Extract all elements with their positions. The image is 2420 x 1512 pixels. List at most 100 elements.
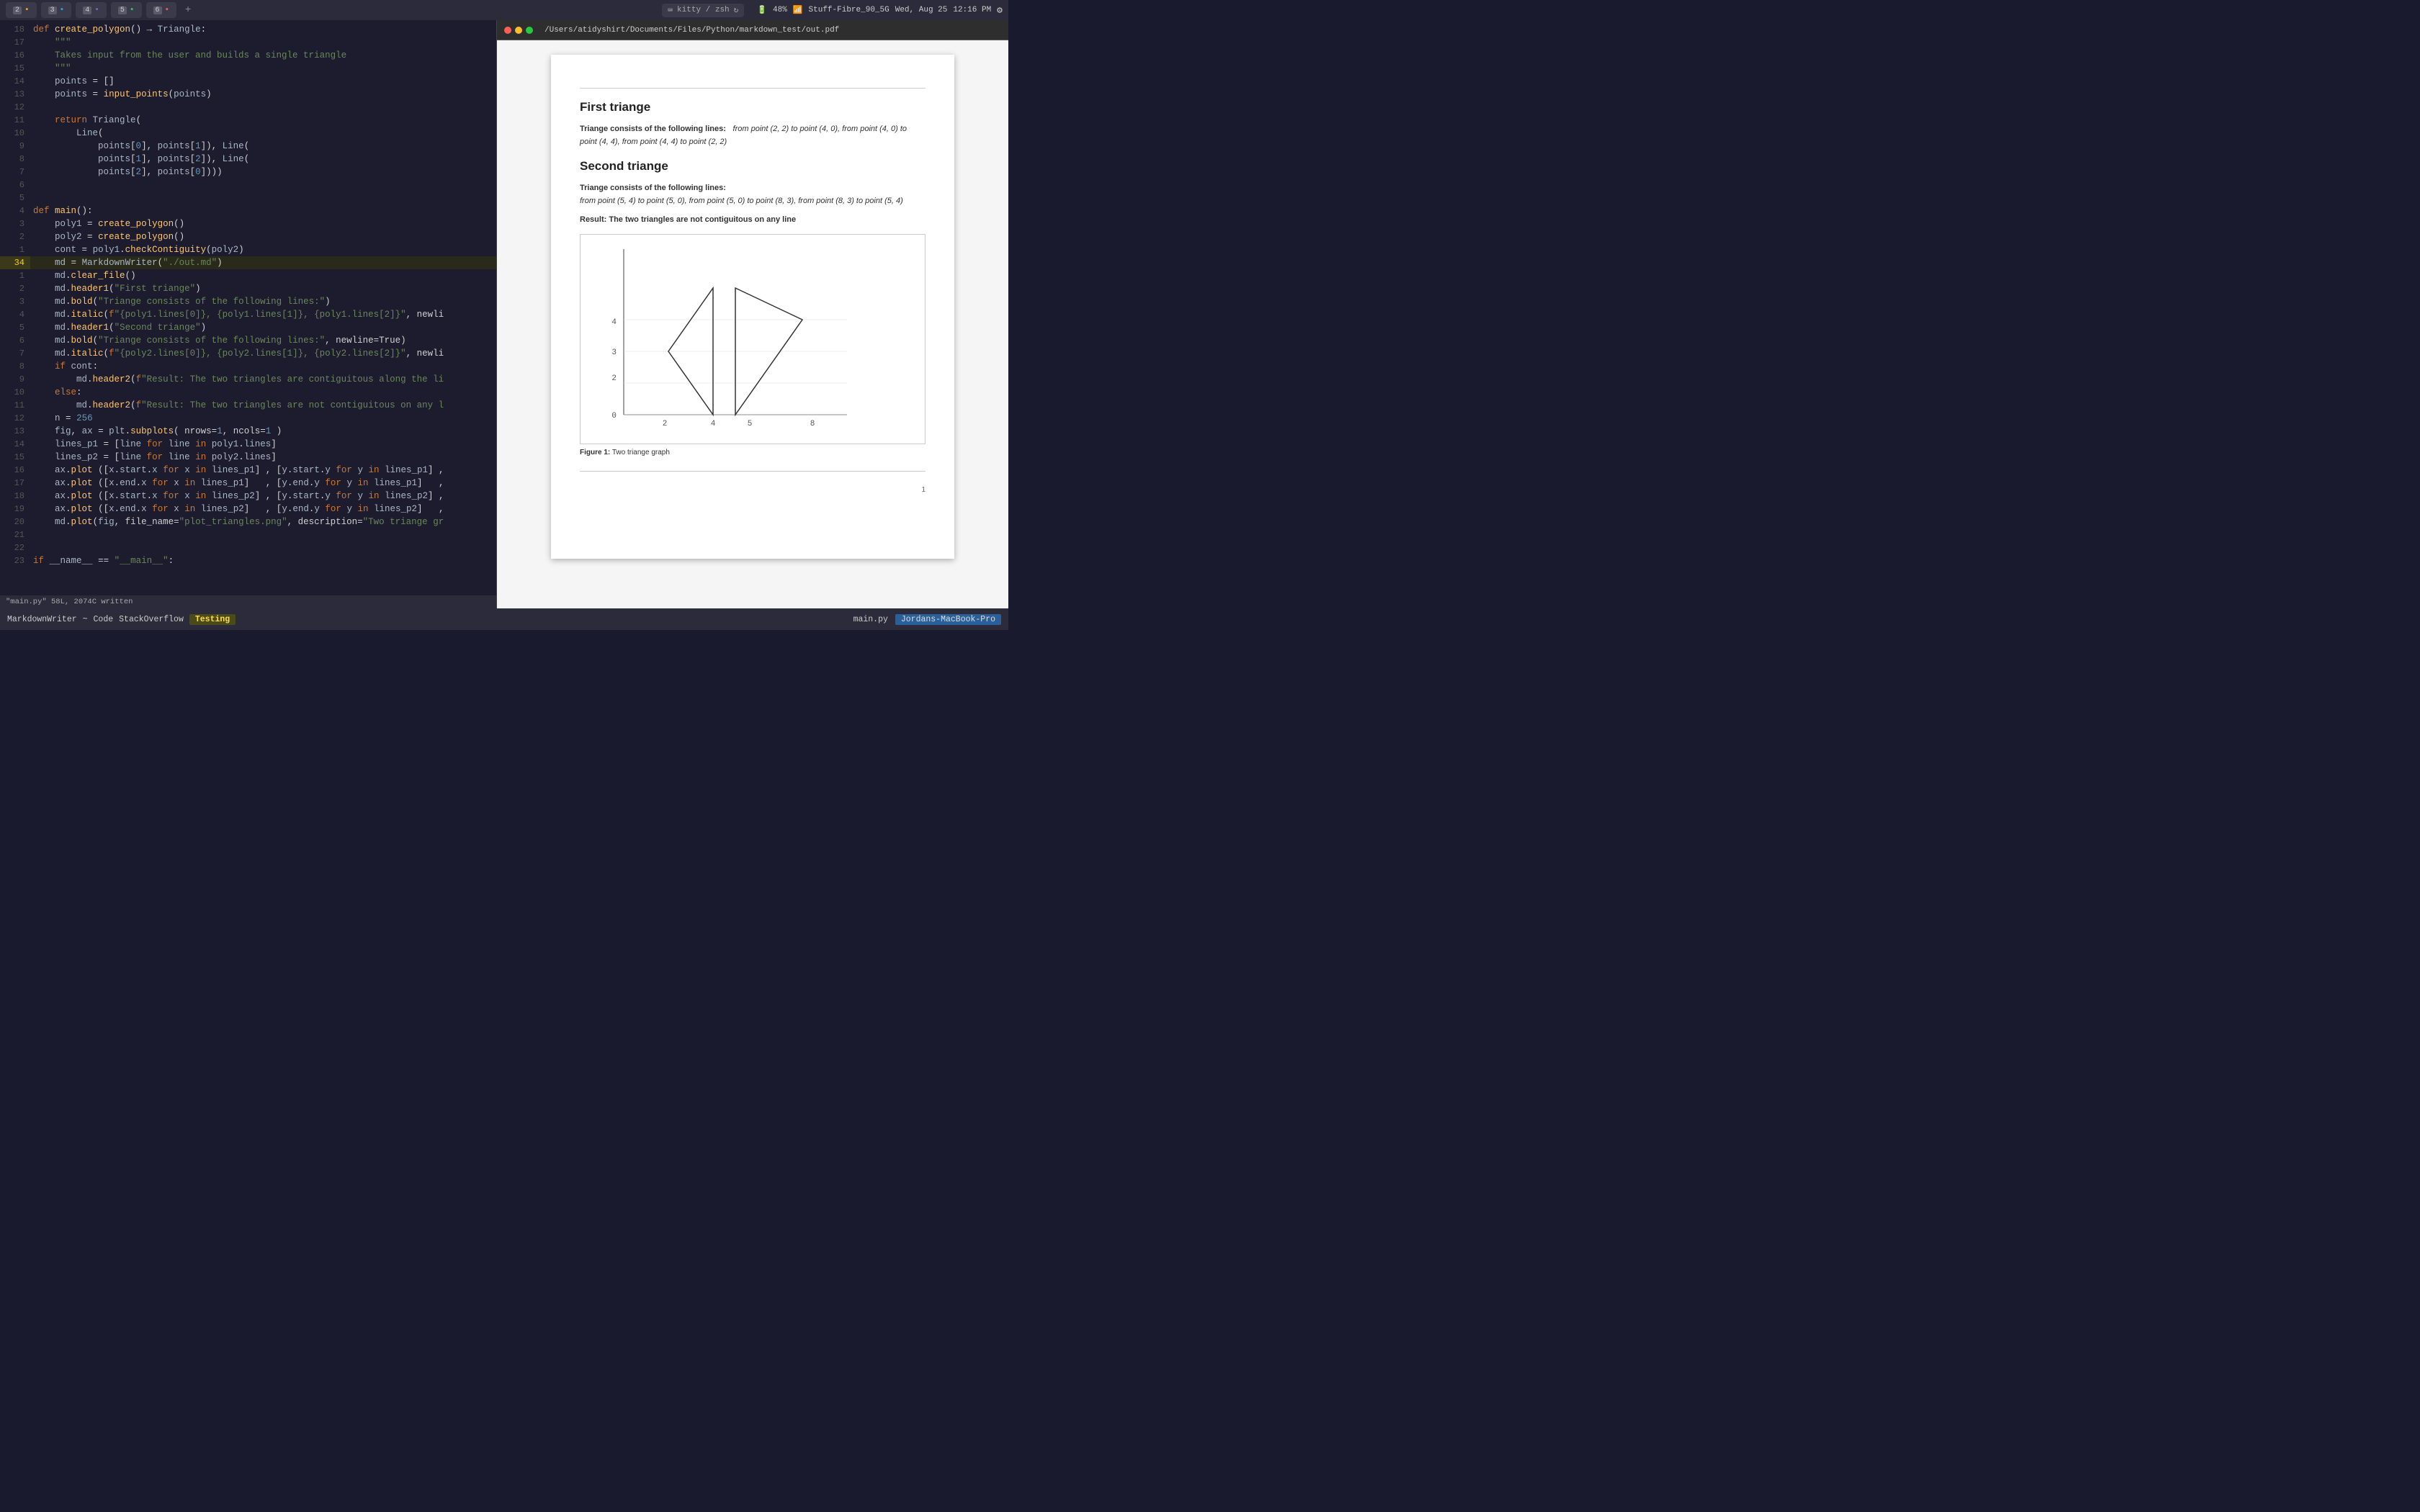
tab-num-1: 2 <box>13 6 22 14</box>
tab-num-2: 3 <box>48 6 57 14</box>
code-line-5: 5 <box>0 192 496 204</box>
code-line-2a: 2 poly2 = create_polygon() <box>0 230 496 243</box>
section-2-bold-label: Triange consists of the following lines: <box>580 184 726 192</box>
terminal-icon: ⌨ <box>668 5 673 16</box>
pdf-divider-top <box>580 88 926 89</box>
active-tab-testing[interactable]: Testing <box>189 614 236 625</box>
settings-icon: ⚙ <box>997 5 1003 16</box>
tab-4[interactable]: 5 ▪ <box>111 2 142 18</box>
kitty-label: ⌨ kitty / zsh ↻ <box>662 4 744 17</box>
minimize-button[interactable] <box>515 27 522 34</box>
pdf-titlebar: /Users/atidyshirt/Documents/Files/Python… <box>497 20 1008 40</box>
code-line-21: 21 <box>0 528 496 541</box>
code-line-4b: 4 md.italic(f"{poly1.lines[0]}, {poly1.l… <box>0 308 496 321</box>
pdf-viewer: /Users/atidyshirt/Documents/Files/Python… <box>497 20 1008 608</box>
svg-text:4: 4 <box>711 420 716 428</box>
code-line-14b: 14 lines_p1 = [line for line in poly1.li… <box>0 438 496 451</box>
chart-container: 2 4 5 8 0 2 3 4 <box>580 234 926 444</box>
code-line-3b: 3 md.bold("Triange consists of the follo… <box>0 295 496 308</box>
pdf-path: /Users/atidyshirt/Documents/Files/Python… <box>544 26 839 35</box>
date-display: Wed, Aug 25 <box>895 6 948 14</box>
bottom-item-tilde: ~ <box>83 615 88 624</box>
code-line-11: 11 return Triangle( <box>0 114 496 127</box>
code-line-13: 13 points = input_points(points) <box>0 88 496 101</box>
code-line-19b: 19 ax.plot ([x.end.x for x in lines_p2] … <box>0 503 496 516</box>
tab-num-3: 4 <box>83 6 91 14</box>
editor-status-bar: "main.py" 58L, 2074C written <box>0 595 496 608</box>
chart-caption-text: Two triange graph <box>612 449 670 456</box>
code-line-13b: 13 fig, ax = plt.subplots( nrows=1, ncol… <box>0 425 496 438</box>
tab-5[interactable]: 6 ▪ <box>146 2 177 18</box>
svg-text:0: 0 <box>611 412 617 420</box>
code-line-15: 15 """ <box>0 62 496 75</box>
tab-num-4: 5 <box>118 6 127 14</box>
close-button[interactable] <box>504 27 511 34</box>
tab-num-5: 6 <box>153 6 162 14</box>
wifi-icon: 📶 <box>793 5 803 15</box>
code-line-9b: 9 md.header2(f"Result: The two triangles… <box>0 373 496 386</box>
section-1-bold-label: Triange consists of the following lines: <box>580 125 726 133</box>
kitty-title: kitty / zsh <box>677 6 730 14</box>
code-line-10: 10 Line( <box>0 127 496 140</box>
svg-text:2: 2 <box>611 374 617 383</box>
code-line-23: 23 if __name__ == "__main__": <box>0 554 496 567</box>
window-controls <box>504 27 533 34</box>
code-line-2b: 2 md.header1("First triange") <box>0 282 496 295</box>
battery-level: 48% <box>773 6 787 14</box>
tab-2[interactable]: 3 ▪ <box>41 2 72 18</box>
code-line-4a: 4 def main(): <box>0 204 496 217</box>
code-line-18b: 18 ax.plot ([x.start.x for x in lines_p2… <box>0 490 496 503</box>
result-text: Result: The two triangles are not contig… <box>580 215 926 224</box>
bottom-item-stackoverflow: StackOverflow <box>119 615 184 624</box>
code-line-1b: 1 md.clear_file() <box>0 269 496 282</box>
battery-icon: 🔋 <box>757 5 767 15</box>
code-line-8b: 8 if cont: <box>0 360 496 373</box>
code-line-12b: 12 n = 256 <box>0 412 496 425</box>
tab-1[interactable]: 2 ▪ <box>6 2 37 18</box>
bottom-item-code: Code <box>94 615 114 624</box>
code-content[interactable]: 18 def create_polygon() → Triangle: 17 "… <box>0 20 496 595</box>
bottom-tilde: ~ <box>83 615 88 624</box>
code-line-16: 16 Takes input from the user and builds … <box>0 49 496 62</box>
bottom-bar: MarkdownWriter ~ Code StackOverflow Test… <box>0 608 1008 630</box>
tab-3[interactable]: 4 ▪ <box>76 2 107 18</box>
main-area: 18 def create_polygon() → Triangle: 17 "… <box>0 20 1008 608</box>
pdf-content[interactable]: First triange Triange consists of the fo… <box>497 40 1008 608</box>
code-line-7: 7 points[2], points[0]))) <box>0 166 496 179</box>
wifi-name: Stuff-Fibre_90_5G <box>809 6 889 14</box>
code-line-34: 34 md = MarkdownWriter("./out.md") <box>0 256 496 269</box>
code-line-12a: 12 <box>0 101 496 114</box>
code-line-9: 9 points[0], points[1]), Line( <box>0 140 496 153</box>
bottom-item-markdownwriter: MarkdownWriter <box>7 615 77 624</box>
svg-text:8: 8 <box>810 420 815 428</box>
svg-text:4: 4 <box>611 318 617 327</box>
code-line-22: 22 <box>0 541 496 554</box>
code-line-17: 17 """ <box>0 36 496 49</box>
code-line-10b: 10 else: <box>0 386 496 399</box>
system-status: 🔋 48% 📶 Stuff-Fibre_90_5G Wed, Aug 25 12… <box>757 5 1003 16</box>
top-bar: 2 ▪ 3 ▪ 4 ▪ 5 ▪ 6 ▪ + ⌨ kitty / zsh ↻ 🔋 … <box>0 0 1008 20</box>
bottom-stackoverflow: StackOverflow <box>119 615 184 624</box>
code-line-20b: 20 md.plot(fig, file_name="plot_triangle… <box>0 516 496 528</box>
new-tab-button[interactable]: + <box>181 3 195 17</box>
svg-text:5: 5 <box>748 420 753 428</box>
code-line-16b: 16 ax.plot ([x.start.x for x in lines_p1… <box>0 464 496 477</box>
code-line-3a: 3 poly1 = create_polygon() <box>0 217 496 230</box>
section-1-heading: First triange <box>580 100 926 114</box>
tab-icon-3: ▪ <box>94 6 99 14</box>
code-line-1a: 1 cont = poly1.checkContiguity(poly2) <box>0 243 496 256</box>
pdf-page: First triange Triange consists of the fo… <box>551 55 954 559</box>
tab-icon-1: ▪ <box>24 6 30 14</box>
tab-icon-5: ▪ <box>165 6 170 14</box>
section-2-heading: Second triange <box>580 159 926 174</box>
bottom-right-items: main.py Jordans-MacBook-Pro <box>853 614 1001 625</box>
bottom-hostname: Jordans-MacBook-Pro <box>895 614 1001 625</box>
svg-text:2: 2 <box>663 420 668 428</box>
maximize-button[interactable] <box>526 27 533 34</box>
code-line-11b: 11 md.header2(f"Result: The two triangle… <box>0 399 496 412</box>
code-line-14: 14 points = [] <box>0 75 496 88</box>
code-line-17b: 17 ax.plot ([x.end.x for x in lines_p1] … <box>0 477 496 490</box>
pdf-page-number: 1 <box>580 486 926 494</box>
tab-icon-4: ▪ <box>130 6 135 14</box>
editor-status-text: "main.py" 58L, 2074C written <box>6 598 133 606</box>
